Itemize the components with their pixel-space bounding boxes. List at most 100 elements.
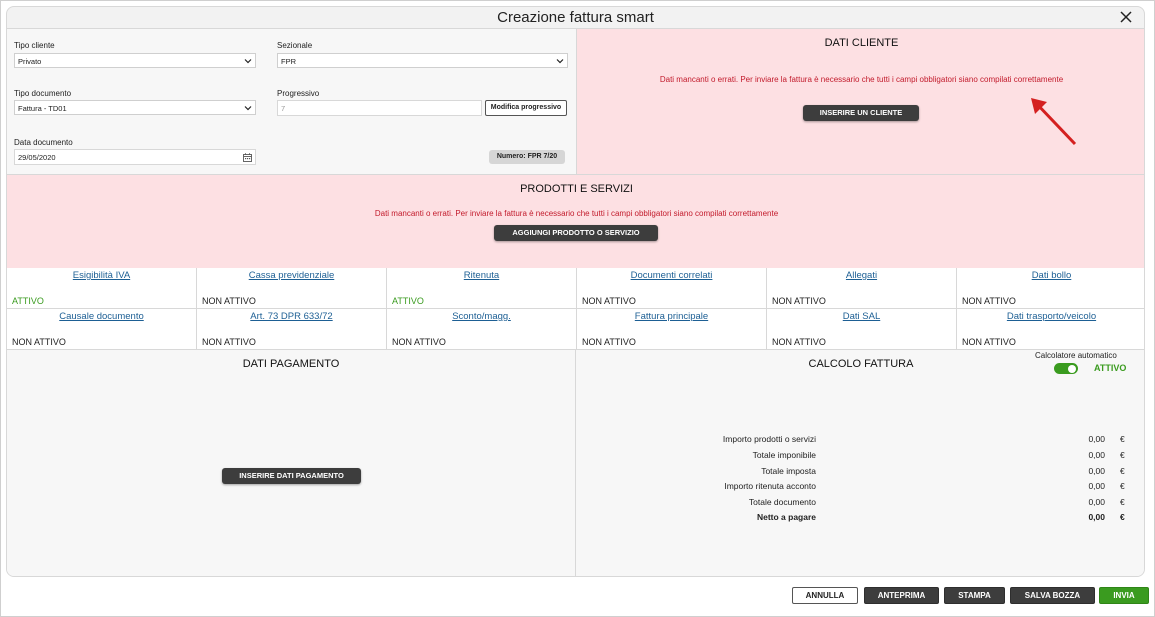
option-status: NON ATTIVO <box>582 337 636 347</box>
option-status: NON ATTIVO <box>962 296 1016 306</box>
option-status: NON ATTIVO <box>772 296 826 306</box>
totale-label: Importo prodotti o servizi <box>722 434 816 444</box>
option-status: NON ATTIVO <box>772 337 826 347</box>
inserire-cliente-button[interactable]: INSERIRE UN CLIENTE <box>803 105 919 121</box>
option-status: NON ATTIVO <box>962 337 1016 347</box>
progressivo-input[interactable]: 7 <box>277 100 482 116</box>
option-cell: Dati trasporto/veicolo NON ATTIVO <box>957 309 1144 350</box>
calendar-icon[interactable] <box>243 153 252 162</box>
option-link[interactable]: Cassa previdenziale <box>197 270 386 281</box>
totale-value: 0,00 <box>1088 497 1105 507</box>
totale-label: Totale imponibile <box>752 450 816 460</box>
chevron-down-icon <box>556 59 564 64</box>
data-documento-label: Data documento <box>14 138 73 147</box>
inserire-dati-pagamento-button[interactable]: INSERIRE DATI PAGAMENTO <box>222 468 361 484</box>
currency-symbol: € <box>1120 512 1125 522</box>
close-icon[interactable] <box>1118 9 1134 25</box>
tipo-cliente-label: Tipo cliente <box>14 41 55 50</box>
option-link[interactable]: Art. 73 DPR 633/72 <box>197 311 386 322</box>
totale-label: Importo ritenuta acconto <box>724 481 816 491</box>
invia-button[interactable]: INVIA <box>1099 587 1149 604</box>
option-cell: Documenti correlati NON ATTIVO <box>577 268 767 309</box>
currency-symbol: € <box>1120 481 1125 491</box>
option-status: ATTIVO <box>392 296 424 306</box>
stampa-button[interactable]: STAMPA <box>944 587 1005 604</box>
netto-label: Netto a pagare <box>756 512 816 522</box>
option-status: ATTIVO <box>12 296 44 306</box>
annulla-button[interactable]: ANNULLA <box>792 587 858 604</box>
calcolo-fattura-panel: CALCOLO FATTURA Calcolatore automatico A… <box>576 350 1144 576</box>
option-cell: Dati bollo NON ATTIVO <box>957 268 1144 309</box>
prodotti-error: Dati mancanti o errati. Per inviare la f… <box>374 209 779 218</box>
dati-pagamento-panel: DATI PAGAMENTO INSERIRE DATI PAGAMENTO <box>7 350 576 576</box>
option-status: NON ATTIVO <box>202 337 256 347</box>
sezionale-select[interactable]: FPR <box>277 53 568 68</box>
prodotti-title: PRODOTTI E SERVIZI <box>520 183 633 195</box>
netto-value: 0,00 <box>1088 512 1105 522</box>
tipo-cliente-select[interactable]: Privato <box>14 53 256 68</box>
calcolatore-toggle[interactable] <box>1054 363 1078 374</box>
toggle-knob <box>1068 364 1076 373</box>
option-link[interactable]: Sconto/magg. <box>387 311 576 322</box>
invoice-window: Creazione fattura smart Tipo cliente Pri… <box>0 0 1155 617</box>
currency-symbol: € <box>1120 450 1125 460</box>
option-cell: Dati SAL NON ATTIVO <box>767 309 957 350</box>
dati-cliente-panel: DATI CLIENTE Dati mancanti o errati. Per… <box>576 29 1144 174</box>
option-cell: Fattura principale NON ATTIVO <box>577 309 767 350</box>
calcolatore-status: ATTIVO <box>1094 363 1127 373</box>
totale-label: Totale imposta <box>761 466 816 476</box>
option-link[interactable]: Documenti correlati <box>577 270 766 281</box>
option-link[interactable]: Causale documento <box>7 311 196 322</box>
tipo-documento-label: Tipo documento <box>14 89 72 98</box>
arrow-icon <box>1031 98 1077 146</box>
dati-cliente-title: DATI CLIENTE <box>824 37 899 49</box>
chevron-down-icon <box>244 106 252 111</box>
option-link[interactable]: Fattura principale <box>577 311 766 322</box>
option-cell: Allegati NON ATTIVO <box>767 268 957 309</box>
chevron-down-icon <box>244 59 252 64</box>
sezionale-value: FPR <box>281 57 296 66</box>
invoice-header-form: Tipo cliente Privato Sezionale FPR Tipo … <box>7 29 576 174</box>
prodotti-panel: PRODOTTI E SERVIZI Dati mancanti o errat… <box>7 174 1144 268</box>
option-status: NON ATTIVO <box>582 296 636 306</box>
calcolatore-label: Calcolatore automatico <box>1035 351 1117 360</box>
option-cell: Esigibilità IVA ATTIVO <box>7 268 197 309</box>
modifica-progressivo-button[interactable]: Modifica progressivo <box>485 100 567 116</box>
option-link[interactable]: Dati trasporto/veicolo <box>957 311 1144 322</box>
option-link[interactable]: Esigibilità IVA <box>7 270 196 281</box>
totale-value: 0,00 <box>1088 481 1105 491</box>
totale-value: 0,00 <box>1088 466 1105 476</box>
option-link[interactable]: Dati bollo <box>957 270 1144 281</box>
tipo-documento-select[interactable]: Fattura - TD01 <box>14 100 256 115</box>
totale-label: Totale documento <box>748 497 816 507</box>
option-link[interactable]: Allegati <box>767 270 956 281</box>
option-cell: Sconto/magg. NON ATTIVO <box>387 309 577 350</box>
option-cell: Cassa previdenziale NON ATTIVO <box>197 268 387 309</box>
option-status: NON ATTIVO <box>12 337 66 347</box>
progressivo-placeholder: 7 <box>281 104 286 113</box>
dati-pagamento-title: DATI PAGAMENTO <box>242 358 340 370</box>
salva-bozza-button[interactable]: SALVA BOZZA <box>1010 587 1095 604</box>
dialog-body: Tipo cliente Privato Sezionale FPR Tipo … <box>6 28 1145 577</box>
options-grid: Esigibilità IVA ATTIVO Cassa previdenzia… <box>7 268 1144 350</box>
option-status: NON ATTIVO <box>392 337 446 347</box>
sezionale-label: Sezionale <box>277 41 313 50</box>
progressivo-label: Progressivo <box>277 89 320 98</box>
option-cell: Ritenuta ATTIVO <box>387 268 577 309</box>
tipo-documento-value: Fattura - TD01 <box>18 104 67 113</box>
option-link[interactable]: Dati SAL <box>767 311 956 322</box>
data-documento-input[interactable]: 29/05/2020 <box>14 149 256 165</box>
option-link[interactable]: Ritenuta <box>387 270 576 281</box>
title-bar: Creazione fattura smart <box>6 6 1145 29</box>
dati-cliente-error: Dati mancanti o errati. Per inviare la f… <box>659 75 1064 84</box>
tipo-cliente-value: Privato <box>18 57 42 66</box>
numero-badge: Numero: FPR 7/20 <box>489 150 565 164</box>
currency-symbol: € <box>1120 497 1125 507</box>
aggiungi-prodotto-button[interactable]: AGGIUNGI PRODOTTO O SERVIZIO <box>494 225 658 241</box>
totale-value: 0,00 <box>1088 434 1105 444</box>
anteprima-button[interactable]: ANTEPRIMA <box>864 587 939 604</box>
window-title: Creazione fattura smart <box>497 9 654 26</box>
currency-symbol: € <box>1120 434 1125 444</box>
option-cell: Causale documento NON ATTIVO <box>7 309 197 350</box>
option-status: NON ATTIVO <box>202 296 256 306</box>
